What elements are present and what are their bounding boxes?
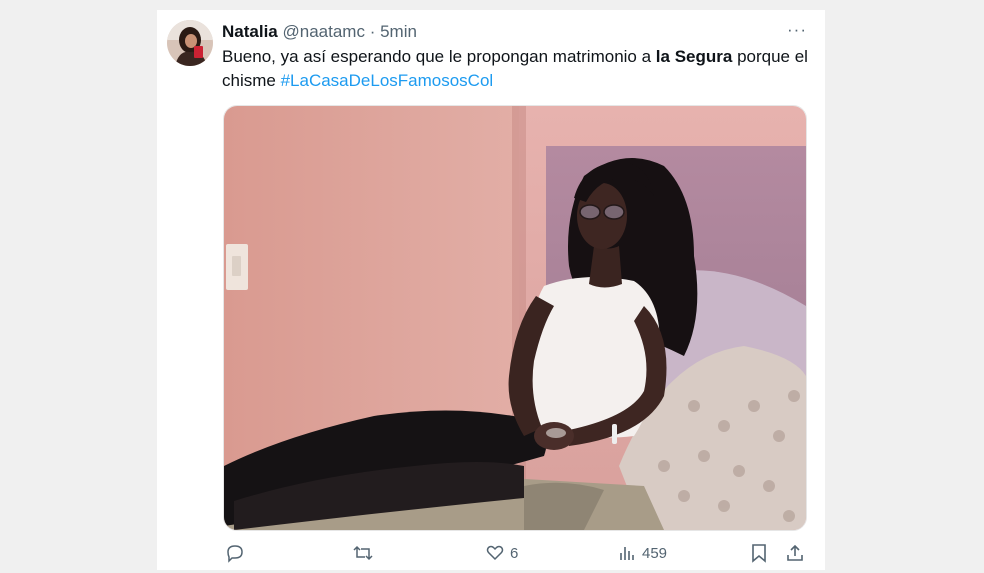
share-button[interactable] xyxy=(785,543,805,563)
author-name[interactable]: Natalia xyxy=(222,22,278,41)
like-count: 6 xyxy=(510,544,519,562)
avatar[interactable] xyxy=(167,20,213,66)
bookmark-button[interactable] xyxy=(750,543,768,563)
retweet-icon xyxy=(352,543,374,563)
reply-button[interactable] xyxy=(225,543,250,563)
tweet-card[interactable]: Natalia @naatamc · 5min ··· Bueno, ya as… xyxy=(157,10,825,570)
separator: · xyxy=(369,22,376,41)
views-button[interactable]: 459 xyxy=(617,543,667,563)
like-button[interactable]: 6 xyxy=(485,543,518,563)
tweet-actions: 6 459 xyxy=(217,543,817,573)
timestamp[interactable]: 5min xyxy=(380,22,417,41)
retweet-button[interactable] xyxy=(352,543,379,563)
tweet-text-before: Bueno, ya así esperando que le propongan… xyxy=(222,47,656,66)
tweet-text: Bueno, ya así esperando que le propongan… xyxy=(222,45,812,93)
heart-icon xyxy=(485,543,505,563)
share-icon xyxy=(785,543,805,563)
views-count: 459 xyxy=(642,544,668,562)
more-icon[interactable]: ··· xyxy=(787,20,807,40)
author-handle[interactable]: @naatamc xyxy=(282,22,364,41)
tweet-media-image[interactable] xyxy=(223,105,807,531)
tweet-text-bold: la Segura xyxy=(655,47,733,66)
tweet-header: Natalia @naatamc · 5min xyxy=(222,21,417,43)
bookmark-icon xyxy=(750,543,768,563)
reply-icon xyxy=(225,543,245,563)
views-icon xyxy=(617,543,637,563)
hashtag-link[interactable]: #LaCasaDeLosFamososCol xyxy=(281,71,494,90)
